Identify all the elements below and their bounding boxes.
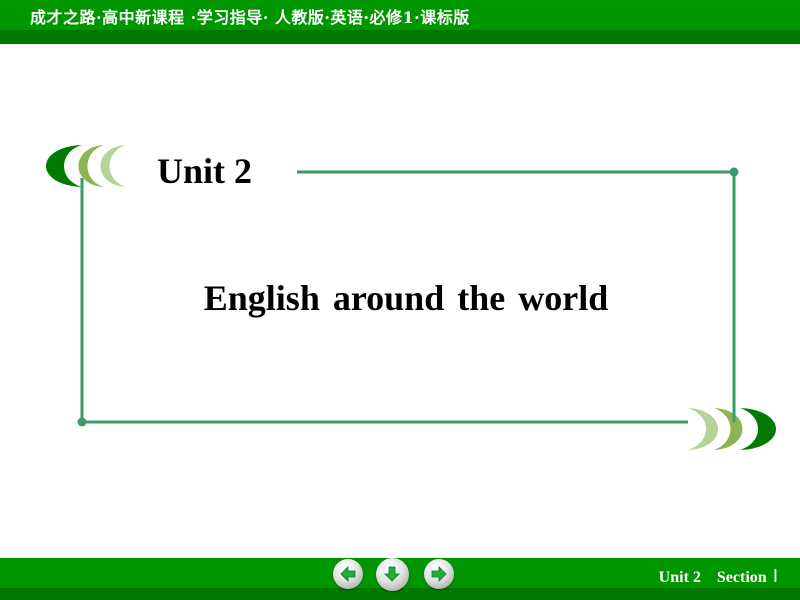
crescent-mid-icon xyxy=(714,408,743,450)
next-button[interactable] xyxy=(424,559,454,589)
crescent-dark-icon xyxy=(46,145,82,187)
crescent-light-icon xyxy=(100,145,126,187)
footer-stripe xyxy=(0,588,800,600)
footer-section-number: Ⅰ xyxy=(772,566,778,586)
frame-corner-dot-bottom-left xyxy=(77,417,87,427)
arrow-down-icon xyxy=(384,566,400,582)
footer-section: Section xyxy=(716,569,767,586)
crescent-light-icon xyxy=(688,408,718,450)
home-button[interactable] xyxy=(376,558,409,591)
footer-section-label: Unit 2 Section Ⅰ xyxy=(659,566,778,587)
arrow-right-icon xyxy=(431,566,447,582)
footer-unit: Unit 2 xyxy=(658,569,701,586)
slide-title: English around the world xyxy=(203,278,609,318)
crescent-group-bottom-right xyxy=(688,408,776,450)
crescent-dark-icon xyxy=(740,408,776,450)
arrow-left-icon xyxy=(340,566,356,582)
crescent-group-top-left xyxy=(46,145,126,187)
previous-button[interactable] xyxy=(333,559,363,589)
frame-corner-dot-top-right xyxy=(729,167,739,177)
unit-title: Unit 2 xyxy=(157,151,253,191)
